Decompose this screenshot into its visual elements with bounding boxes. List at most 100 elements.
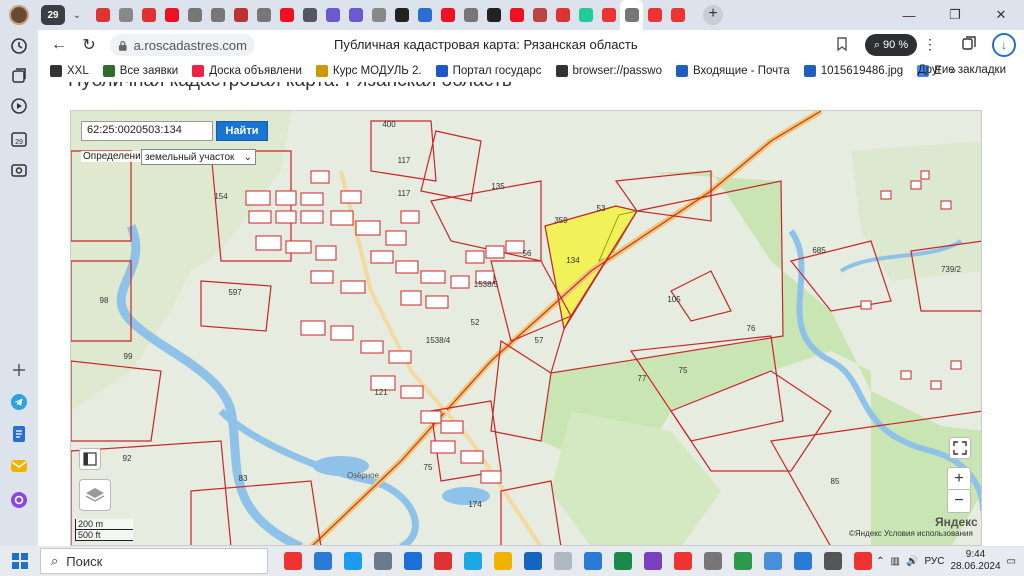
- taskbar-app-icon[interactable]: [488, 546, 518, 576]
- browser-tab[interactable]: [436, 0, 459, 30]
- browser-tab[interactable]: [551, 0, 574, 30]
- close-window-button[interactable]: ✕: [978, 0, 1024, 30]
- taskbar-app-icon[interactable]: [848, 546, 878, 576]
- clock[interactable]: 9:44 28.06.2024: [950, 549, 1000, 573]
- collections-icon[interactable]: [9, 66, 29, 86]
- browser-tab[interactable]: [114, 0, 137, 30]
- browser-tab[interactable]: [643, 0, 666, 30]
- address-bar[interactable]: a.roscadastres.com: [110, 34, 255, 56]
- taskbar-app-icon[interactable]: [668, 546, 698, 576]
- taskbar-app-icon[interactable]: [518, 546, 548, 576]
- taskbar-app-icon[interactable]: [788, 546, 818, 576]
- profile-avatar[interactable]: [9, 5, 29, 25]
- zoom-in-button[interactable]: +: [947, 467, 971, 491]
- cadastral-map[interactable]: 400 117 117 135 154 359 53 56 134 105 68…: [70, 110, 982, 546]
- network-icon[interactable]: ▥: [891, 556, 900, 567]
- taskbar-app-icon[interactable]: [398, 546, 428, 576]
- new-tab-button[interactable]: +: [703, 5, 723, 25]
- zoom-indicator[interactable]: ⌕ 90 %: [865, 34, 917, 56]
- start-button[interactable]: [0, 546, 40, 576]
- bookmark-item[interactable]: XXL: [50, 65, 89, 77]
- taskbar-app-icon[interactable]: [308, 546, 338, 576]
- definition-select[interactable]: земельный участок ⌄: [141, 149, 256, 165]
- bookmark-favicon-icon: [555, 65, 568, 77]
- cadastral-search-input[interactable]: 62:25:0020503:134: [81, 121, 213, 141]
- play-icon[interactable]: [9, 96, 29, 116]
- taskbar-app-icon[interactable]: [458, 546, 488, 576]
- browser-tab[interactable]: [413, 0, 436, 30]
- telegram-icon[interactable]: [9, 392, 29, 412]
- browser-tab[interactable]: [206, 0, 229, 30]
- bookmark-icon[interactable]: [836, 37, 848, 54]
- collections-button[interactable]: [961, 36, 977, 55]
- taskbar-search[interactable]: ⌕ Поиск: [40, 548, 268, 574]
- bookmark-item[interactable]: Доска объявлени: [192, 65, 302, 77]
- browser-tab[interactable]: [298, 0, 321, 30]
- taskbar-app-icon[interactable]: [428, 546, 458, 576]
- browser-tab[interactable]: [390, 0, 413, 30]
- taskbar-app-icon[interactable]: [278, 546, 308, 576]
- minimize-button[interactable]: —: [886, 0, 932, 30]
- add-icon[interactable]: [9, 360, 29, 380]
- volume-icon[interactable]: 🔊: [906, 556, 918, 567]
- zoom-out-button[interactable]: −: [947, 489, 971, 513]
- browser-tab[interactable]: [505, 0, 528, 30]
- browser-tab[interactable]: [137, 0, 160, 30]
- taskbar-app-icon[interactable]: [338, 546, 368, 576]
- back-button[interactable]: ←: [44, 30, 74, 60]
- mail-icon[interactable]: [9, 456, 29, 476]
- browser-tab[interactable]: [275, 0, 298, 30]
- bookmark-item[interactable]: Курс МОДУЛЬ 2.: [315, 65, 422, 77]
- taskbar-app-icon[interactable]: [728, 546, 758, 576]
- restore-button[interactable]: ❐: [932, 0, 978, 30]
- browser-tab[interactable]: [459, 0, 482, 30]
- taskbar-app-icon[interactable]: [758, 546, 788, 576]
- browser-tab[interactable]: [344, 0, 367, 30]
- taskbar-app-icon[interactable]: [608, 546, 638, 576]
- layers-button[interactable]: [79, 479, 111, 511]
- reload-button[interactable]: ↻: [74, 30, 104, 60]
- bookmark-item[interactable]: Портал государс: [435, 65, 542, 77]
- taskbar-app-icon[interactable]: [818, 546, 848, 576]
- other-bookmarks-folder[interactable]: Другие закладки: [918, 64, 1006, 76]
- taskbar-app-icon[interactable]: [698, 546, 728, 576]
- browser-tab[interactable]: [229, 0, 252, 30]
- language-indicator[interactable]: РУС: [924, 556, 944, 567]
- notifications-icon[interactable]: ▭: [1007, 556, 1016, 567]
- browser-tab[interactable]: [183, 0, 206, 30]
- map-canvas[interactable]: 400 117 117 135 154 359 53 56 134 105 68…: [71, 111, 982, 546]
- screenshot-icon[interactable]: [9, 160, 29, 180]
- clock-icon[interactable]: [9, 36, 29, 56]
- bookmark-item[interactable]: browser://passwo: [555, 65, 662, 77]
- taskbar-app-icon[interactable]: [548, 546, 578, 576]
- tab-group-badge[interactable]: 29: [41, 5, 65, 25]
- calendar-icon[interactable]: 29: [9, 129, 29, 149]
- bookmark-item[interactable]: Входящие - Почта: [676, 65, 790, 77]
- browser-tab[interactable]: [482, 0, 505, 30]
- browser-tab[interactable]: [597, 0, 620, 30]
- browser-tab[interactable]: [666, 0, 689, 30]
- browser-tab[interactable]: [574, 0, 597, 30]
- find-button[interactable]: Найти: [216, 121, 268, 141]
- browser-tab[interactable]: [528, 0, 551, 30]
- fullscreen-button[interactable]: [949, 437, 971, 459]
- browser-tab[interactable]: [160, 0, 183, 30]
- download-icon[interactable]: ↓: [992, 33, 1016, 57]
- chevron-down-icon[interactable]: ⌄: [69, 5, 85, 25]
- taskbar-app-icon[interactable]: [578, 546, 608, 576]
- taskbar-app-icon[interactable]: [638, 546, 668, 576]
- browser-tab[interactable]: [367, 0, 390, 30]
- bookmark-item[interactable]: 1015619486.jpg: [803, 65, 903, 77]
- browser-tab[interactable]: [321, 0, 344, 30]
- docs-icon[interactable]: [9, 424, 29, 444]
- menu-dots-icon[interactable]: ⋮: [923, 36, 937, 53]
- browser-tab[interactable]: [620, 0, 643, 30]
- map-copyright[interactable]: ©Яндекс Условия использования: [849, 529, 973, 538]
- browser-tab[interactable]: [252, 0, 275, 30]
- bookmark-item[interactable]: Все заявки: [102, 65, 178, 77]
- taskbar-app-icon[interactable]: [368, 546, 398, 576]
- browser-tab[interactable]: [91, 0, 114, 30]
- tray-arrow-icon[interactable]: ⌃: [876, 556, 884, 567]
- layer-toggle-button[interactable]: [79, 448, 101, 470]
- alice-icon[interactable]: [9, 490, 29, 510]
